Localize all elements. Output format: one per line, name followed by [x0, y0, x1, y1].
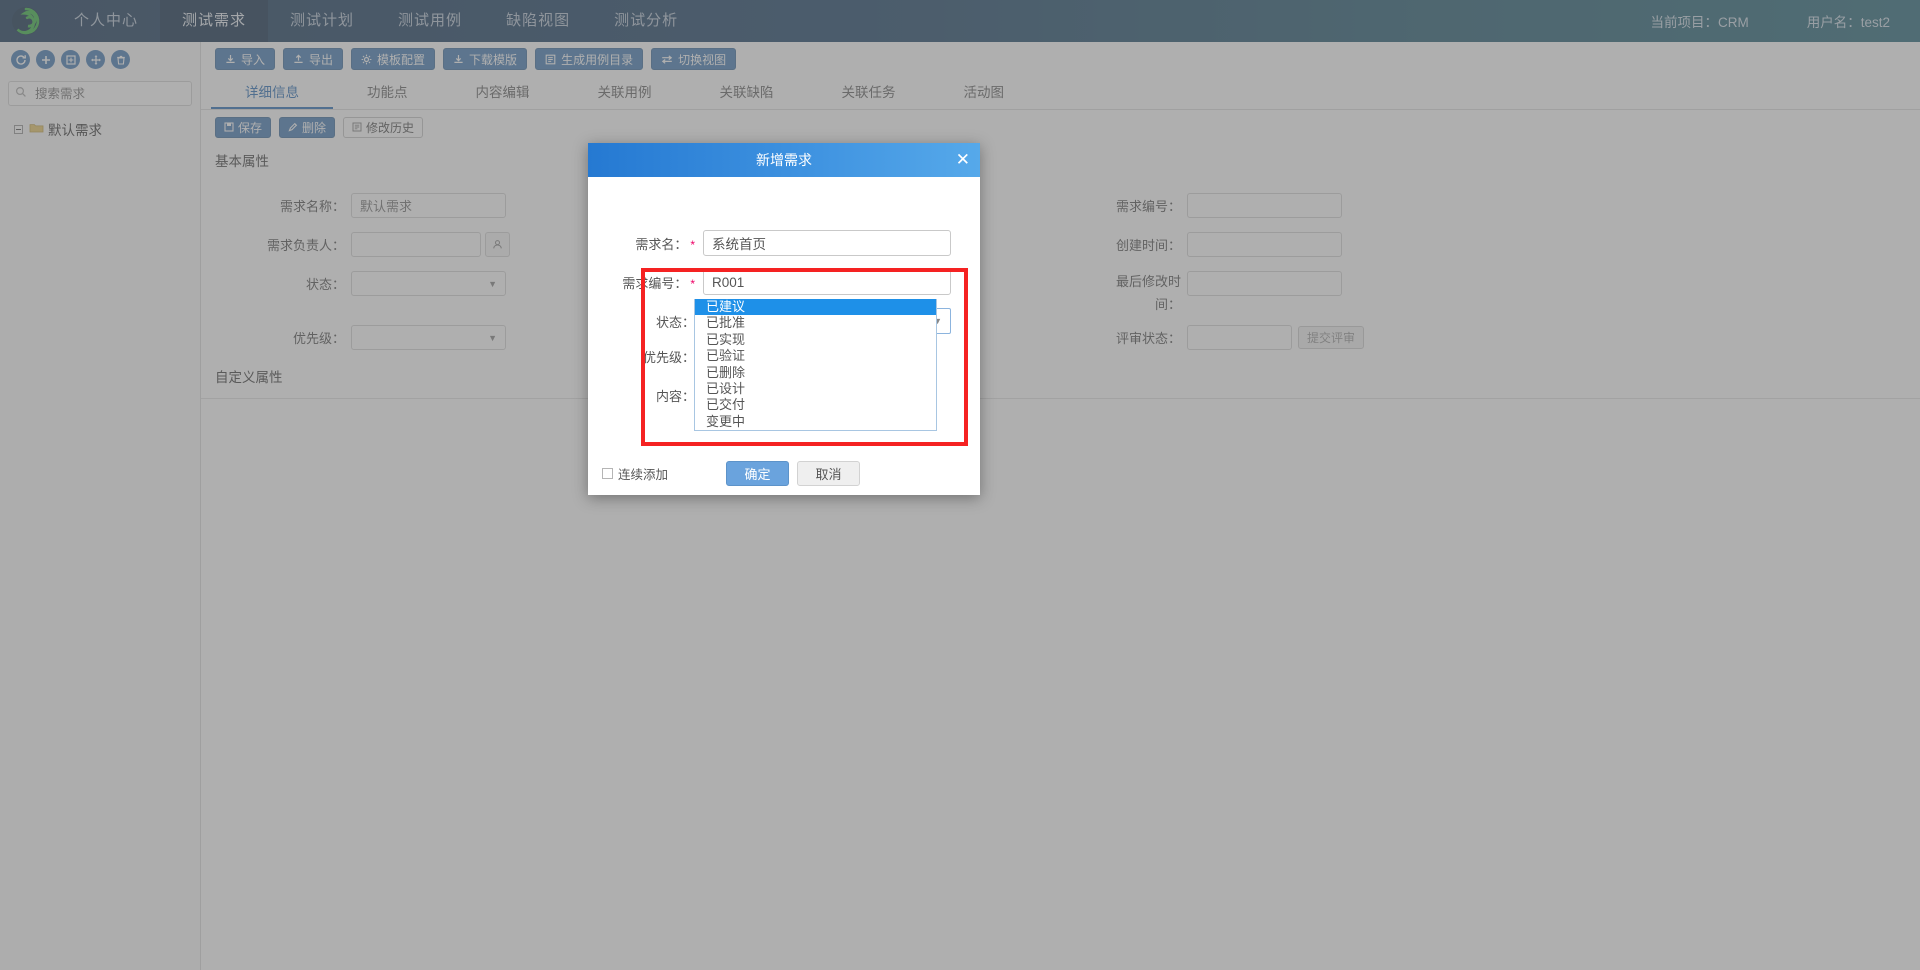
- continuous-add-wrapper: 连续添加: [602, 464, 668, 483]
- dialog-field-code: 需求编号： * R001: [610, 269, 951, 295]
- dialog-field-name: 需求名： * 系统首页: [610, 230, 951, 256]
- dialog-priority-label: 优先级：: [642, 350, 695, 365]
- status-option-approved[interactable]: 已批准: [695, 315, 936, 331]
- dialog-name-input[interactable]: 系统首页: [703, 230, 951, 256]
- dialog-content-label: 内容：: [655, 389, 695, 404]
- dialog-code-label-text: 需求编号：: [622, 275, 688, 291]
- dialog-title: 新增需求: [756, 152, 812, 168]
- status-option-designed[interactable]: 已设计: [695, 381, 936, 397]
- dialog-field-content: 内容：: [610, 386, 695, 405]
- status-dropdown-list[interactable]: 已建议 已批准 已实现 已验证 已删除 已设计 已交付 变更中: [694, 299, 937, 431]
- close-icon[interactable]: ✕: [956, 143, 970, 177]
- continuous-add-label: 连续添加: [618, 468, 669, 482]
- continuous-add-checkbox[interactable]: [602, 468, 613, 479]
- dialog-header: 新增需求 ✕: [588, 143, 980, 177]
- dialog-name-label: 需求名： *: [610, 234, 695, 253]
- dialog-code-label: 需求编号： *: [610, 273, 695, 292]
- status-option-implemented[interactable]: 已实现: [695, 332, 936, 348]
- status-option-changing[interactable]: 变更中: [695, 414, 936, 430]
- dialog-field-priority: 优先级：: [610, 347, 695, 366]
- status-option-proposed[interactable]: 已建议: [695, 299, 936, 316]
- status-option-deleted[interactable]: 已删除: [695, 365, 936, 381]
- cancel-button[interactable]: 取消: [797, 461, 861, 486]
- dialog-status-label: 状态：: [655, 314, 695, 330]
- status-option-verified[interactable]: 已验证: [695, 348, 936, 364]
- dialog-footer: 连续添加 确定 取消: [588, 452, 980, 495]
- confirm-button[interactable]: 确定: [726, 461, 790, 486]
- required-mark: *: [690, 276, 695, 291]
- dialog-name-label-text: 需求名：: [635, 236, 688, 252]
- dialog-code-input[interactable]: R001: [703, 269, 951, 295]
- status-option-delivered[interactable]: 已交付: [695, 397, 936, 413]
- required-mark: *: [690, 237, 695, 252]
